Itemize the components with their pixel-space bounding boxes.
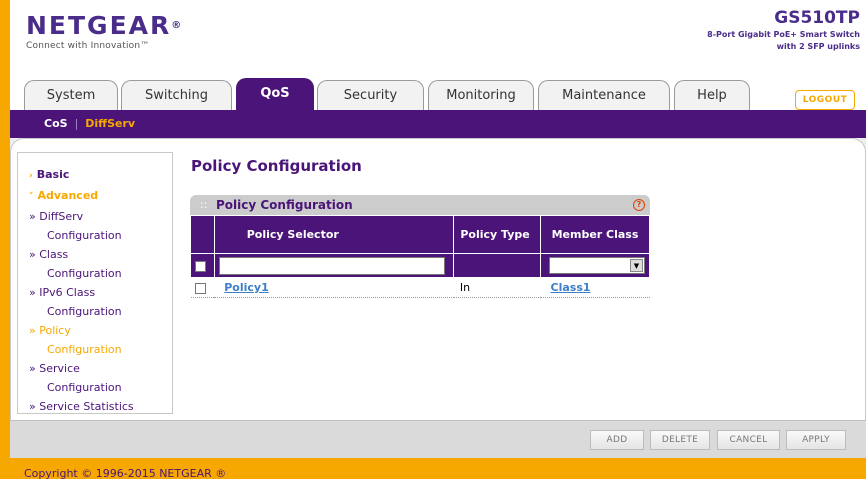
sidebar-item-basic[interactable]: › Basic: [29, 165, 172, 186]
logo-tagline: Connect with Innovation™: [26, 41, 150, 51]
member-class-link[interactable]: Class1: [551, 281, 591, 294]
sidebar-advanced-label: Advanced: [37, 189, 99, 202]
policy-configuration-panel: :: Policy Configuration ? Policy Selecto…: [190, 195, 650, 310]
policy-selector-input[interactable]: [218, 256, 445, 275]
tab-help[interactable]: Help: [674, 80, 750, 110]
row-checkbox[interactable]: [194, 282, 206, 294]
copyright-text: Copyright © 1996-2015 NETGEAR ®: [24, 467, 227, 479]
policy-link[interactable]: Policy1: [224, 281, 269, 294]
tab-maintenance[interactable]: Maintenance: [538, 80, 670, 110]
left-accent-bar: [0, 0, 10, 479]
tab-system[interactable]: System: [24, 80, 118, 110]
drag-handle-icon: ::: [200, 198, 208, 211]
help-icon[interactable]: ?: [633, 199, 645, 211]
tab-qos[interactable]: QoS: [236, 78, 314, 110]
sidebar-item-policy-configuration[interactable]: » Policy Configuration: [29, 321, 172, 359]
sidebar: › Basic ˅ Advanced » DiffServ Configuratio…: [17, 152, 173, 414]
add-button[interactable]: ADD: [590, 430, 644, 450]
subnav-cos[interactable]: CoS: [44, 117, 68, 130]
logo-registered: ®: [171, 20, 184, 31]
chevron-right-icon: ›: [29, 171, 33, 181]
page-title: Policy Configuration: [191, 157, 362, 175]
sidebar-item-service-statistics[interactable]: » Service Statistics: [29, 397, 172, 416]
logout-button[interactable]: LOGOUT: [795, 90, 855, 110]
sidebar-item-advanced[interactable]: ˅ Advanced: [29, 186, 172, 207]
policy-type-cell: In: [453, 277, 541, 298]
sub-navigation: CoS | DiffServ: [10, 110, 866, 138]
button-bar: ADD DELETE CANCEL APPLY: [10, 420, 866, 458]
column-header-member-class: Member Class: [540, 215, 650, 254]
new-policy-row: ▼: [190, 253, 650, 278]
panel-header: :: Policy Configuration ?: [190, 195, 650, 215]
subnav-separator: |: [74, 117, 79, 130]
footer: Copyright © 1996-2015 NETGEAR ®: [10, 458, 866, 479]
sidebar-item-ipv6-class-configuration[interactable]: » IPv6 Class Configuration: [29, 283, 172, 321]
tab-monitoring[interactable]: Monitoring: [428, 80, 534, 110]
table-header-row: Policy Selector Policy Type Member Class: [190, 215, 650, 254]
panel-title: Policy Configuration: [216, 198, 353, 212]
subnav-diffserv[interactable]: DiffServ: [85, 117, 135, 130]
new-policy-checkbox[interactable]: [195, 260, 206, 272]
member-class-select[interactable]: ▼: [549, 257, 645, 274]
logo-text: NETGEAR: [26, 11, 172, 40]
model-description-2: with 2 SFP uplinks: [776, 42, 860, 51]
column-header-policy-selector: Policy Selector: [213, 215, 455, 254]
model-info: GS510TP 8-Port Gigabit PoE+ Smart Switch…: [707, 8, 860, 52]
delete-button[interactable]: DELETE: [650, 430, 710, 450]
cancel-button[interactable]: CANCEL: [717, 430, 780, 450]
netgear-logo[interactable]: NETGEAR® Connect with Innovation™: [26, 11, 184, 52]
chevron-down-icon: ˅: [29, 192, 34, 202]
sidebar-item-diffserv-configuration[interactable]: » DiffServ Configuration: [29, 207, 172, 245]
sidebar-item-class-configuration[interactable]: » Class Configuration: [29, 245, 172, 283]
select-column-header: [190, 215, 215, 254]
dropdown-arrow-icon: ▼: [630, 259, 643, 272]
table-row: Policy1 In Class1: [190, 277, 650, 298]
tab-switching[interactable]: Switching: [121, 80, 232, 110]
sidebar-basic-label: Basic: [36, 168, 70, 181]
apply-button[interactable]: APPLY: [786, 430, 846, 450]
tab-security[interactable]: Security: [317, 80, 424, 110]
sidebar-item-service-configuration[interactable]: » Service Configuration: [29, 359, 172, 397]
model-name: GS510TP: [774, 8, 860, 28]
model-description-1: 8-Port Gigabit PoE+ Smart Switch: [707, 30, 860, 39]
column-header-policy-type: Policy Type: [453, 215, 541, 254]
policy-table: Policy Selector Policy Type Member Class…: [190, 215, 650, 298]
